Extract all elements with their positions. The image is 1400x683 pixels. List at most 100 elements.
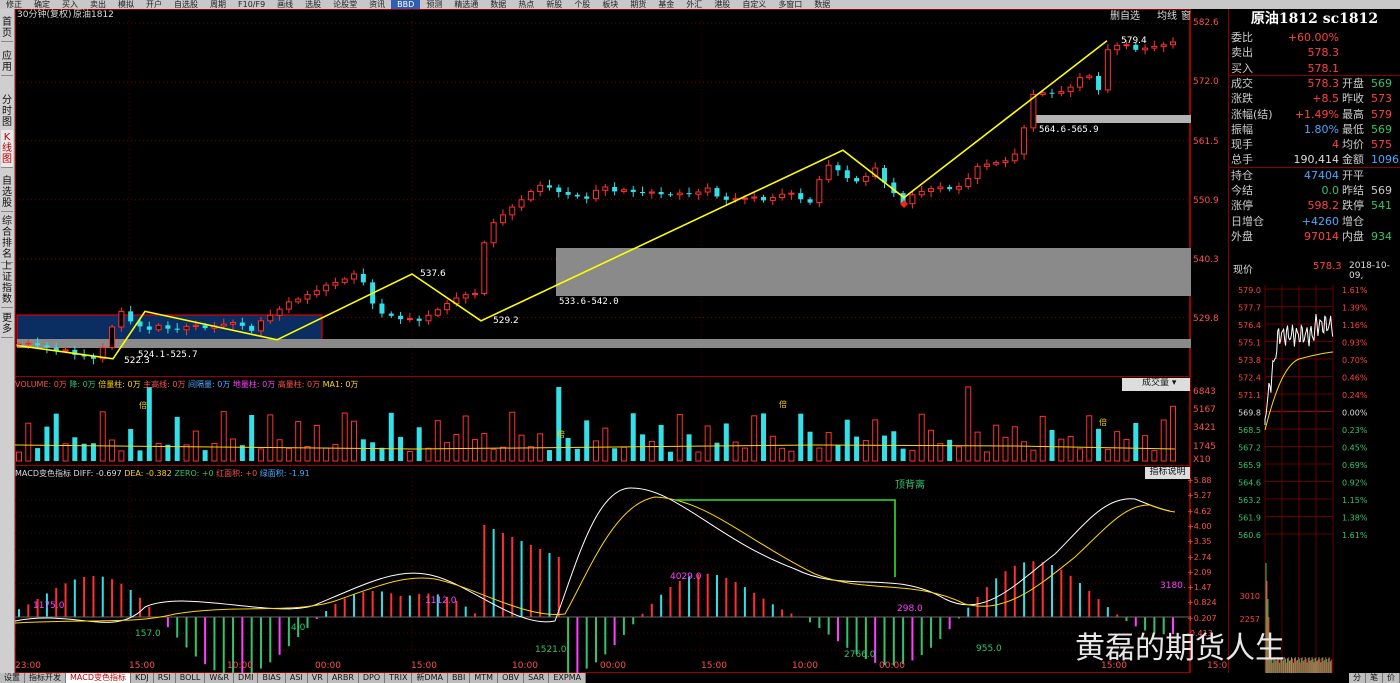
price-axis-3: 550.9	[1193, 196, 1219, 206]
toolbar-item[interactable]: 精选通	[448, 0, 484, 9]
volume-bar	[723, 423, 729, 461]
left-sidebar: 首页 应用 分时图 K线图 自选股 综合排名 上证指数 更多	[0, 9, 15, 673]
toolbar-item[interactable]: F10/F9	[232, 0, 271, 9]
indicator-tab[interactable]: BIAS	[258, 673, 286, 683]
toolbar-item[interactable]: 选股	[299, 0, 327, 9]
mini-price-label: 564.6	[1238, 479, 1261, 488]
price-axis-4: 540.3	[1193, 255, 1219, 265]
candle-body	[1076, 77, 1083, 88]
toolbar-item[interactable]: 数据	[808, 0, 836, 9]
volume-bar	[937, 443, 944, 462]
indicator-tab[interactable]: MTM	[470, 673, 499, 683]
indicator-tab[interactable]: 新DMA	[412, 673, 449, 683]
quote-key: 昨收	[1342, 92, 1364, 106]
volume-bar	[202, 450, 208, 461]
toolbar-item[interactable]: 自选股	[168, 0, 204, 9]
candle-body	[220, 323, 227, 327]
sidebar-item-ranking[interactable]: 综合排名	[1, 214, 13, 263]
toolbar-item[interactable]: 数据	[484, 0, 512, 9]
toolbar-item[interactable]: 开户	[140, 0, 168, 9]
indicator-tab[interactable]: BOLL	[176, 673, 206, 683]
indicator-tab[interactable]: 指标开发	[25, 673, 66, 683]
volume-bar	[230, 438, 237, 462]
volume-indicator-select[interactable]: 成交量 ▾	[1122, 378, 1190, 391]
quote-key: 金额	[1342, 153, 1364, 167]
candle-body	[304, 294, 311, 300]
toolbar-item[interactable]: 外汇	[680, 0, 708, 9]
volume-bar	[462, 415, 469, 462]
macd-axis-label: +4.00	[1187, 521, 1212, 531]
sidebar-item-shindex[interactable]: 上证指数	[1, 259, 13, 308]
quote-key: 委比	[1231, 31, 1253, 44]
window-button[interactable]: 窗	[1181, 11, 1191, 22]
indicator-tab[interactable]: W&R	[205, 673, 235, 683]
mini-timeshare-chart[interactable]: 579.0 577.7 576.4 575.1 573.8 572.4 571.1 569.8…	[1229, 285, 1400, 673]
toolbar-item[interactable]: 新股	[540, 0, 568, 9]
sidebar-item-apps[interactable]: 应用	[1, 49, 13, 76]
toolbar-item[interactable]: 画线	[271, 0, 299, 9]
toolbar-item[interactable]: 预测	[420, 0, 448, 9]
toolbar-item[interactable]: 港股	[708, 0, 736, 9]
sidebar-item-kline[interactable]: K线图	[1, 130, 13, 168]
indicator-tab[interactable]: MACD变色指标	[66, 673, 131, 683]
indicator-tab[interactable]: BBI	[448, 673, 471, 683]
panel-tab[interactable]: 笔	[1366, 673, 1383, 683]
toolbar-item[interactable]: 买入	[56, 0, 84, 9]
toolbar-item[interactable]: 修正	[0, 0, 28, 9]
volume-bar	[1133, 423, 1139, 461]
toolbar-item[interactable]: 论股堂	[327, 0, 363, 9]
toolbar-item[interactable]: 个股	[568, 0, 596, 9]
toolbar-item[interactable]: 确定	[28, 0, 56, 9]
indicator-tab[interactable]: DMI	[234, 673, 259, 683]
indicator-tab[interactable]: RSI	[154, 673, 176, 683]
chart-symbol: 原油1812	[73, 10, 114, 20]
toolbar-item[interactable]: 自定义	[736, 0, 772, 9]
candle-body	[1096, 75, 1102, 90]
sidebar-item-timeshare[interactable]: 分时图	[1, 93, 13, 131]
toolbar-item[interactable]: 模拟	[112, 0, 140, 9]
candle-body	[974, 165, 981, 180]
toolbar-item[interactable]: 卖出	[84, 0, 112, 9]
indicator-tab[interactable]: SAR	[524, 673, 550, 683]
toolbar-item[interactable]: 多窗口	[772, 0, 808, 9]
quote-value: 578.1	[1307, 61, 1340, 75]
indicator-tab[interactable]: 设置	[0, 673, 25, 683]
candle-body	[704, 187, 711, 193]
indicator-tab[interactable]: OBV	[498, 673, 525, 683]
ma-toggle-button[interactable]: 均线	[1157, 11, 1177, 22]
volume-bar	[761, 413, 767, 461]
toolbar-item[interactable]: 资讯	[363, 0, 391, 9]
quote-key: 持仓	[1231, 168, 1253, 182]
toolbar-item[interactable]: 期货	[624, 0, 652, 9]
candle-body	[741, 197, 748, 200]
indicator-tab[interactable]: DPO	[359, 673, 386, 683]
sidebar-item-home[interactable]: 首页	[1, 15, 13, 42]
indicator-tab[interactable]: EXPMA	[549, 673, 587, 683]
candle-body	[593, 189, 599, 200]
indicator-help-button[interactable]: 指标说明	[1145, 467, 1190, 479]
panel-tab[interactable]: 价	[1383, 673, 1400, 683]
indicator-tab[interactable]: TRIX	[385, 673, 413, 683]
indicator-tab[interactable]: ASI	[286, 673, 308, 683]
sidebar-item-more[interactable]: 更多	[1, 311, 13, 338]
volume-bar	[640, 434, 646, 461]
remove-watchlist-button[interactable]: 删自选	[1110, 11, 1140, 22]
toolbar-item[interactable]: BBD	[391, 0, 421, 9]
macd-axis-label: +5.88	[1187, 476, 1212, 485]
volume-bar	[341, 412, 348, 462]
kline-chart-area[interactable]: 30分钟(复权) 原油1812 删自选 均线 窗 582.6 572.0 561…	[15, 9, 1233, 673]
toolbar-item[interactable]: 基金	[652, 0, 680, 9]
volume-bar	[220, 411, 227, 462]
indicator-tab[interactable]: VR	[308, 673, 328, 683]
toolbar-item[interactable]: 热点	[512, 0, 540, 9]
quote-value: 578.3	[1307, 46, 1340, 60]
quote-value: 47404	[1304, 168, 1339, 182]
indicator-tab[interactable]: ARBR	[328, 673, 359, 683]
candle-body	[425, 314, 432, 322]
toolbar-item[interactable]: 周期	[204, 0, 232, 9]
candle-body	[798, 193, 804, 200]
toolbar-item[interactable]: 板块	[596, 0, 624, 9]
sidebar-item-watchlist[interactable]: 自选股	[1, 174, 13, 212]
panel-tab[interactable]: 分	[1349, 673, 1366, 683]
indicator-tab[interactable]: KDJ	[131, 673, 154, 683]
